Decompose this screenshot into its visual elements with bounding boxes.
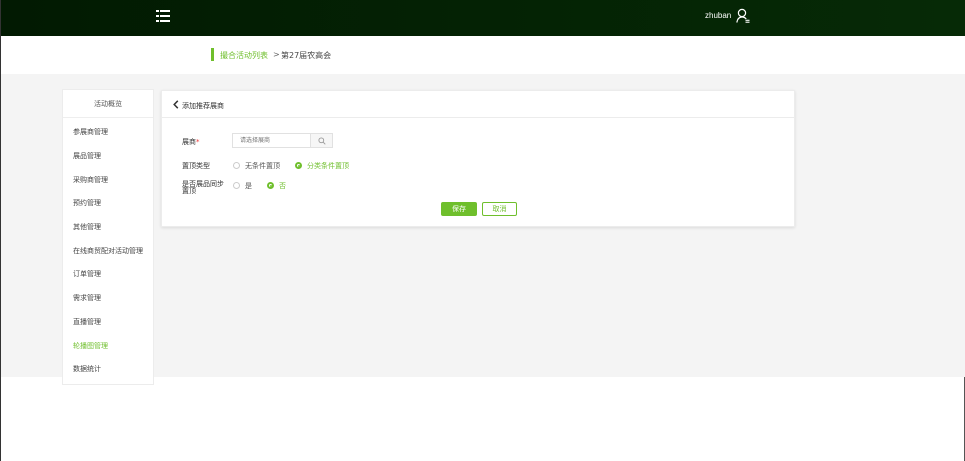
breadcrumb-accent-bar	[211, 48, 214, 61]
sidebar-item-orders[interactable]: 订单管理	[73, 269, 101, 279]
search-icon	[318, 137, 326, 145]
radio-circle	[267, 182, 274, 189]
sync-top-label: 是否展品同步 置顶	[182, 180, 224, 195]
cancel-button[interactable]: 取消	[482, 202, 517, 216]
radio-label: 分类条件置顶	[307, 162, 349, 170]
panel-header: 添加推荐展商	[162, 91, 794, 118]
sidebar-item-online-matching[interactable]: 在线商贸配对活动管理	[73, 246, 143, 256]
radio-label: 是	[245, 182, 252, 190]
sidebar-item-carousel[interactable]: 轮播图管理	[73, 341, 108, 351]
required-mark: *	[196, 138, 200, 146]
radio-circle	[233, 182, 240, 189]
list-menu-icon[interactable]	[156, 10, 170, 23]
sidebar-item-livestream[interactable]: 直播管理	[73, 317, 101, 327]
top-navbar: zhuban	[1, 0, 965, 36]
username[interactable]: zhuban	[705, 11, 731, 20]
sidebar: 活动概览 参展商管理 展品管理 采购商管理 预约管理 其他管理 在线商贸配对活动…	[62, 89, 154, 385]
sidebar-item-products[interactable]: 展品管理	[73, 151, 101, 161]
top-type-label: 置顶类型	[182, 162, 210, 170]
sidebar-item-buyers[interactable]: 采购商管理	[73, 175, 108, 185]
sidebar-item-demands[interactable]: 需求管理	[73, 293, 101, 303]
breadcrumb	[1, 36, 965, 74]
exhibitor-search-button[interactable]	[310, 133, 333, 148]
sidebar-item-others[interactable]: 其他管理	[73, 222, 101, 232]
sidebar-heading-overview[interactable]: 活动概览	[63, 90, 153, 118]
save-button[interactable]: 保存	[441, 202, 477, 216]
add-exhibitor-panel: 添加推荐展商 展商* 置顶类型 无条件置顶 分类条件置顶 是否展品同步置顶 是 …	[161, 90, 795, 227]
sidebar-item-appointments[interactable]: 预约管理	[73, 198, 101, 208]
panel-title: 添加推荐展商	[182, 102, 224, 110]
radio-circle	[233, 162, 240, 169]
sidebar-item-statistics[interactable]: 数据统计	[73, 364, 101, 374]
exhibitor-label: 展商*	[182, 138, 200, 146]
radio-label: 否	[279, 182, 286, 190]
exhibitor-select-input[interactable]	[232, 133, 310, 148]
sidebar-item-exhibitors[interactable]: 参展商管理	[73, 127, 108, 137]
user-icon[interactable]	[736, 8, 750, 23]
breadcrumb-separator: >	[273, 50, 280, 59]
radio-label: 无条件置顶	[245, 162, 280, 170]
chevron-left-icon[interactable]	[173, 100, 179, 109]
radio-circle	[295, 162, 302, 169]
breadcrumb-parent-link[interactable]: 撮合活动列表	[220, 50, 268, 61]
breadcrumb-current: 第27届农高会	[281, 51, 332, 60]
